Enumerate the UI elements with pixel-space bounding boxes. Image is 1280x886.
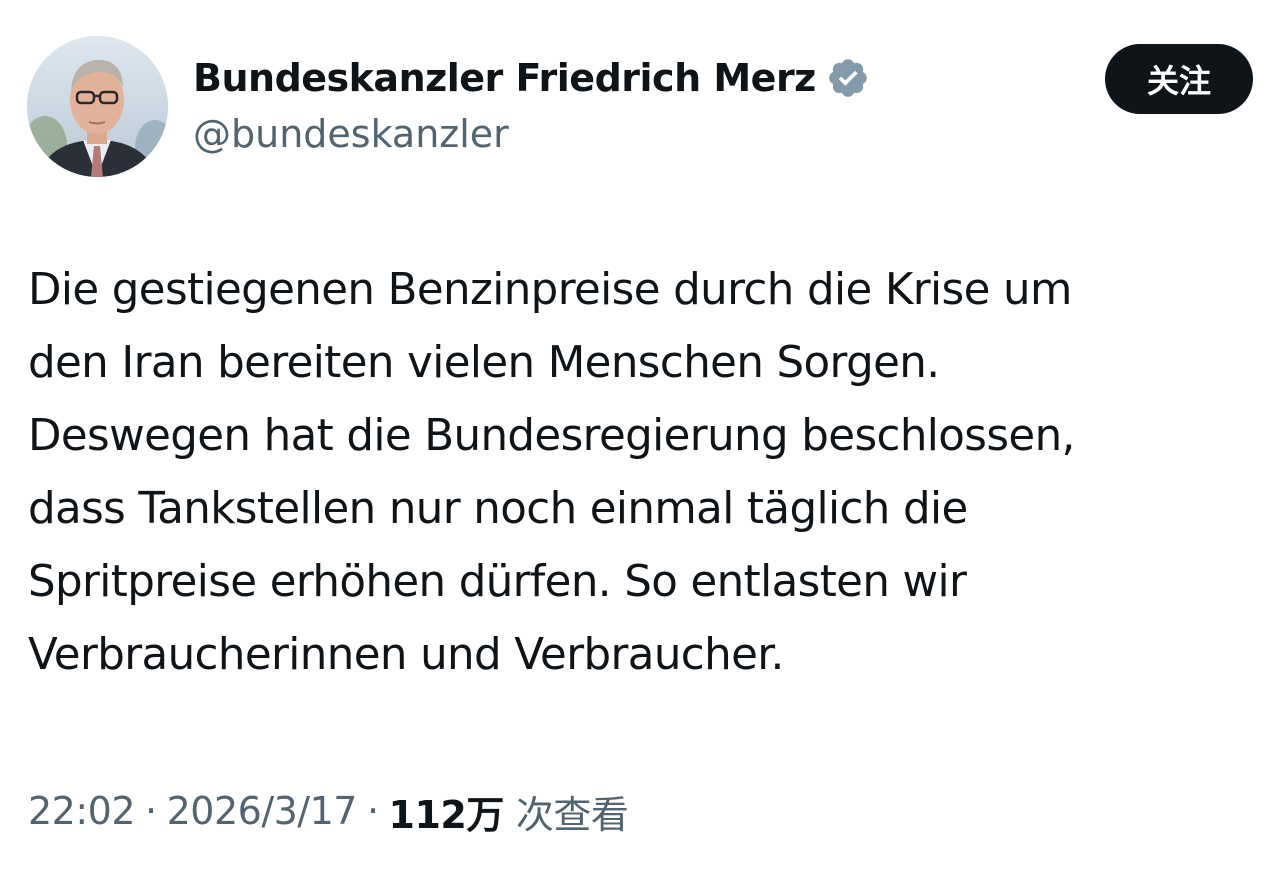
- tweet-text: Die gestiegenen Benzinpreise durch die K…: [28, 254, 1228, 692]
- tweet-header: Bundeskanzler Friedrich Merz @bundeskanz…: [27, 36, 1253, 181]
- meta-separator: ·: [366, 789, 379, 833]
- tweet-meta: 22:02 · 2026/3/17 · 112万 次查看: [28, 783, 629, 839]
- views-count[interactable]: 112万: [389, 784, 505, 839]
- tweet-text-line: dass Tankstellen nur noch einmal täglich…: [28, 484, 968, 534]
- meta-separator: ·: [145, 789, 157, 833]
- tweet-date[interactable]: 2026/3/17: [167, 789, 358, 833]
- verified-badge-icon: [826, 56, 870, 100]
- avatar-image: [27, 36, 168, 177]
- tweet-text-line: Spritpreise erhöhen dürfen. So entlasten…: [28, 557, 967, 607]
- author-block: Bundeskanzler Friedrich Merz @bundeskanz…: [193, 50, 870, 156]
- name-row: Bundeskanzler Friedrich Merz: [193, 50, 870, 106]
- display-name[interactable]: Bundeskanzler Friedrich Merz: [193, 56, 816, 100]
- handle[interactable]: @bundeskanzler: [193, 112, 870, 156]
- tweet-text-line: Verbraucherinnen und Verbraucher.: [28, 630, 784, 680]
- follow-button[interactable]: 关注: [1105, 44, 1253, 114]
- tweet-text-line: Die gestiegenen Benzinpreise durch die K…: [28, 265, 1072, 315]
- avatar[interactable]: [27, 36, 168, 177]
- views-label: 次查看: [515, 792, 629, 837]
- tweet-time[interactable]: 22:02: [28, 789, 136, 833]
- tweet-text-line: den Iran bereiten vielen Menschen Sorgen…: [28, 338, 940, 388]
- tweet-text-line: Deswegen hat die Bundesregierung beschlo…: [28, 411, 1075, 461]
